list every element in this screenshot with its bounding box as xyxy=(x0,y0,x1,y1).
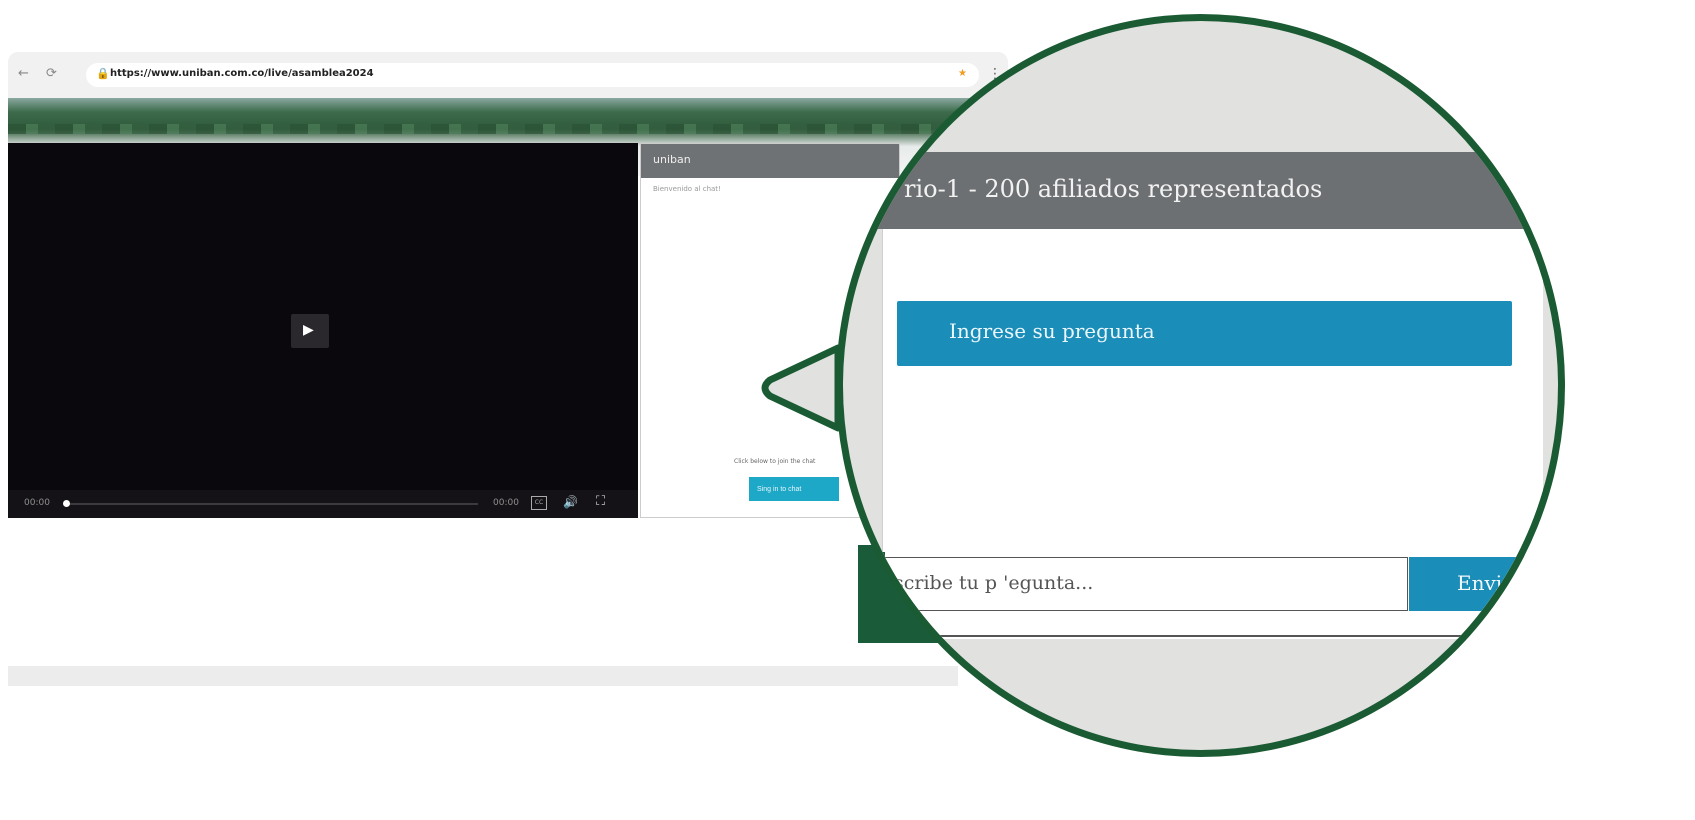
send-button-label: Enviar xyxy=(1457,571,1524,595)
zoom-green-edge xyxy=(865,552,885,650)
send-button[interactable]: Enviar xyxy=(1409,557,1558,611)
ask-question-label: Ingrese su pregunta xyxy=(949,319,1155,343)
zoom-title: rio-1 - 200 afiliados representados xyxy=(904,175,1323,203)
zoom-magnifier: rio-1 - 200 afiliados representados Ingr… xyxy=(836,14,1565,757)
question-input[interactable]: scribe tu p 'egunta... xyxy=(883,557,1408,611)
ask-question-button[interactable]: Ingrese su pregunta xyxy=(897,301,1512,366)
zoom-divider xyxy=(883,635,1543,637)
question-input-placeholder: scribe tu p 'egunta... xyxy=(894,572,1094,594)
